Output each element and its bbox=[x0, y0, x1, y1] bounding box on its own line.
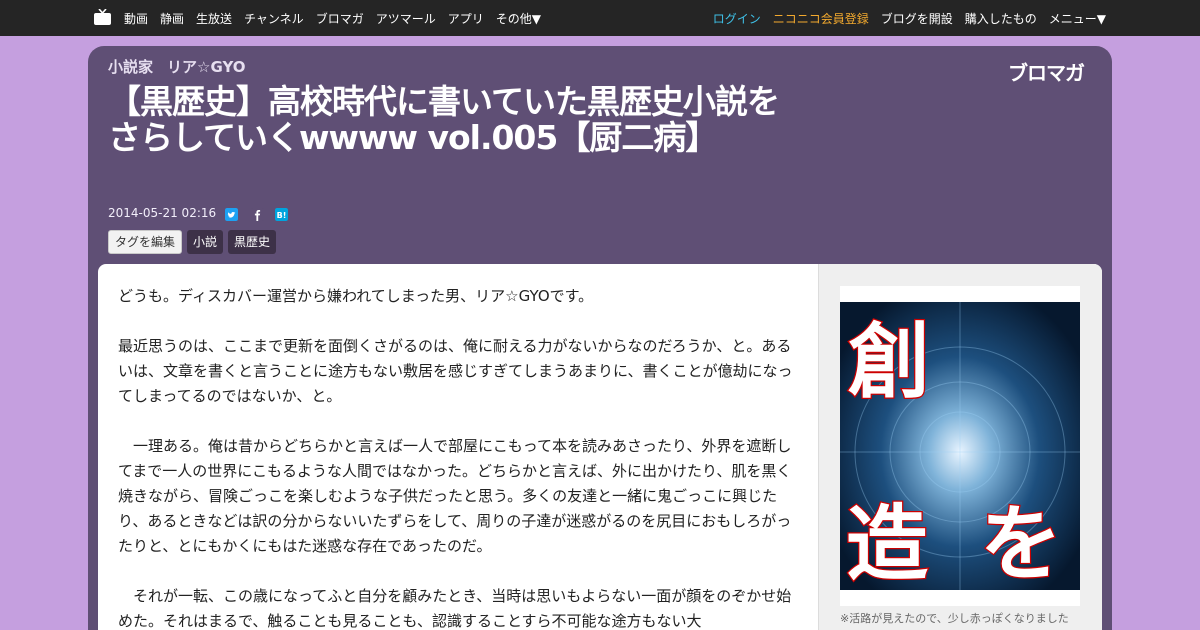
sidebar-image-char: を bbox=[980, 497, 1062, 590]
article-paragraph: 一理ある。俺は昔からどちらかと言えば一人で部屋にこもって本を読みあさったり、外界… bbox=[118, 437, 792, 555]
niconico-tv-icon[interactable] bbox=[94, 9, 111, 25]
nav-item-app[interactable]: アプリ bbox=[448, 10, 484, 27]
article-paragraph: どうも。ディスカバー運営から嫌われてしまった男、リア☆GYOです。 bbox=[118, 287, 594, 305]
article-body: どうも。ディスカバー運営から嫌われてしまった男、リア☆GYOです。 最近思うのは… bbox=[118, 284, 794, 630]
article-paragraph: 最近思うのは、ここまで更新を面倒くさがるのは、俺に耐える力がないからなのだろうか… bbox=[118, 337, 793, 405]
open-blog-link[interactable]: ブログを開設 bbox=[881, 10, 953, 27]
tag-list: タグを編集 小説 黒歴史 bbox=[108, 230, 277, 254]
tag-item[interactable]: 小説 bbox=[187, 230, 224, 254]
svg-text:B!: B! bbox=[277, 211, 287, 220]
article-title: 【黒歴史】高校時代に書いていた黒歴史小説をさらしていくwwww vol.005【… bbox=[108, 82, 780, 157]
article-panel: どうも。ディスカバー運営から嫌われてしまった男、リア☆GYOです。 最近思うのは… bbox=[98, 264, 1102, 630]
author-line[interactable]: 小説家 リア☆GYO bbox=[108, 56, 260, 77]
sidebar-caption: ※活路が見えたので、少し赤っぽくなりました bbox=[840, 612, 1069, 625]
blomaga-logo[interactable]: ブロマガ bbox=[1008, 57, 1085, 86]
author-type: 小説家 bbox=[108, 58, 154, 76]
sidebar-image-char: 造 bbox=[846, 497, 928, 590]
post-date: 2014-05-21 02:16 bbox=[108, 206, 217, 220]
nav-item-blomaga[interactable]: ブロマガ bbox=[316, 10, 364, 27]
nav-item-channel[interactable]: チャンネル bbox=[244, 10, 304, 27]
nav-item-video[interactable]: 動画 bbox=[124, 10, 148, 27]
hatena-bookmark-icon[interactable]: B! bbox=[275, 208, 288, 221]
purchased-link[interactable]: 購入したもの bbox=[965, 10, 1037, 27]
article-paragraph: それが一転、この歳になってふと自分を顧みたとき、当時は思いもよらない一面が顔をの… bbox=[118, 587, 792, 630]
sidebar-image-char: 創 bbox=[848, 315, 930, 410]
nav-item-seiga[interactable]: 静画 bbox=[160, 10, 184, 27]
nav-item-others[interactable]: その他▼ bbox=[496, 10, 541, 27]
facebook-icon[interactable] bbox=[251, 208, 264, 221]
sidebar-image[interactable]: 創 造 を bbox=[840, 302, 1080, 590]
edit-tags-button[interactable]: タグを編集 bbox=[108, 230, 183, 254]
top-nav-bar: 動画 静画 生放送 チャンネル ブロマガ アツマール アプリ その他▼ ログイン… bbox=[0, 0, 1200, 36]
tag-item[interactable]: 黒歴史 bbox=[228, 230, 277, 254]
nav-item-atsumaru[interactable]: アツマール bbox=[376, 10, 436, 27]
sidebar: 創 造 を bbox=[818, 264, 1102, 630]
login-link[interactable]: ログイン bbox=[713, 10, 761, 27]
register-link[interactable]: ニコニコ会員登録 bbox=[773, 10, 869, 27]
sidebar-image-frame: 創 造 を bbox=[840, 286, 1080, 606]
twitter-icon[interactable] bbox=[225, 208, 238, 221]
nav-item-live[interactable]: 生放送 bbox=[196, 10, 232, 27]
menu-dropdown[interactable]: メニュー▼ bbox=[1049, 10, 1106, 27]
author-name[interactable]: リア☆GYO bbox=[167, 58, 246, 76]
